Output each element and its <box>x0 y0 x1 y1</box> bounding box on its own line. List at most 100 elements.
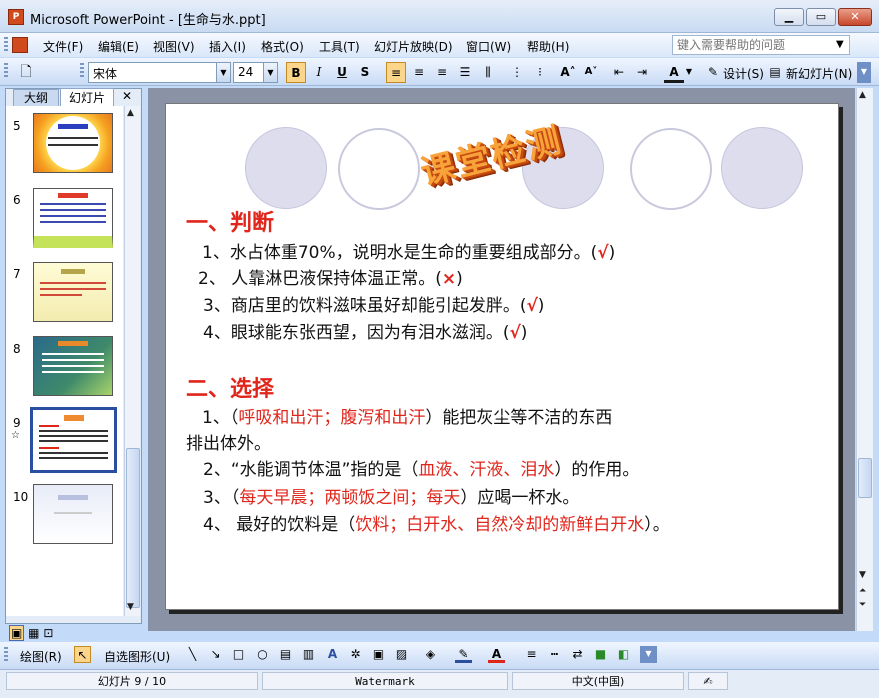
line-icon[interactable]: ╲ <box>184 646 201 663</box>
decrease-font-icon[interactable]: A˅ <box>581 62 601 83</box>
maximize-button[interactable]: ▭ <box>806 8 836 26</box>
scroll-up-icon[interactable]: ▲ <box>859 90 866 100</box>
increase-indent-icon[interactable]: ⇥ <box>632 62 652 83</box>
window-title: Microsoft PowerPoint - [生命与水.ppt] <box>30 13 266 28</box>
font-name-select[interactable]: 宋体 <box>88 62 218 83</box>
close-paren: ) <box>537 296 545 316</box>
toolbar-grip[interactable] <box>4 37 8 53</box>
menu-tools[interactable]: 工具(T) <box>319 38 360 55</box>
powerpoint-window: P Microsoft PowerPoint - [生命与水.ppt] ▁ ▭ … <box>0 0 879 698</box>
slideshow-icon[interactable]: ⊡ <box>43 626 53 640</box>
menu-help[interactable]: 帮助(H) <box>527 38 569 55</box>
new-document-icon[interactable]: 🗋 <box>16 62 36 83</box>
close-icon[interactable]: ✕ <box>122 89 132 103</box>
decrease-indent-icon[interactable]: ⇤ <box>609 62 629 83</box>
minimize-button[interactable]: ▁ <box>774 8 804 26</box>
draw-menu-button[interactable]: 绘图(R) <box>20 648 62 665</box>
font-size-select[interactable]: 24 <box>233 62 265 83</box>
3d-style-icon[interactable]: ◧ <box>615 646 632 663</box>
line-style-icon[interactable]: ≡ <box>523 646 540 663</box>
choice-text: 2、“水能调节体温”指的是（ <box>203 460 419 480</box>
toolbar-options-icon[interactable]: ▼ <box>640 646 657 663</box>
justify-icon[interactable]: ☰ <box>455 62 475 83</box>
oval-icon[interactable]: ○ <box>254 646 271 663</box>
tab-outline[interactable]: 大纲 <box>13 89 59 106</box>
slide-number: 5 <box>13 119 21 133</box>
normal-view-icon[interactable]: ▣ <box>9 625 25 641</box>
dash-style-icon[interactable]: ┅ <box>546 646 563 663</box>
scrollbar-thumb[interactable] <box>126 448 140 608</box>
shadow-button[interactable]: S <box>355 62 375 83</box>
bullets-icon[interactable]: ⁝ <box>530 62 550 83</box>
menu-insert[interactable]: 插入(I) <box>209 38 246 55</box>
fill-color-icon[interactable]: ◈ <box>422 646 439 663</box>
slide-thumbnail[interactable] <box>33 484 113 544</box>
toolbar-options-icon[interactable]: ▼ <box>857 62 871 83</box>
toolbar-grip[interactable] <box>4 647 8 663</box>
help-search-input[interactable] <box>672 35 850 55</box>
close-paren: ) <box>520 323 528 343</box>
menu-edit[interactable]: 编辑(E) <box>98 38 139 55</box>
bold-button[interactable]: B <box>286 62 306 83</box>
tab-slides[interactable]: 幻灯片 <box>60 88 114 107</box>
slide-thumbnail[interactable] <box>33 188 113 248</box>
clipart-icon[interactable]: ▣ <box>370 646 387 663</box>
arrow-icon[interactable]: ↘ <box>207 646 224 663</box>
chevron-down-icon[interactable]: ▼ <box>836 39 844 50</box>
wordart-icon[interactable]: A <box>324 646 341 663</box>
powerpoint-icon[interactable]: P <box>8 9 24 25</box>
scroll-down-icon[interactable]: ▼ <box>127 602 134 612</box>
close-button[interactable]: ✕ <box>838 8 872 26</box>
thumbnail-scrollbar[interactable]: ▲ ▼ <box>124 106 140 616</box>
document-icon[interactable] <box>12 37 28 53</box>
distribute-icon[interactable]: ⫼ <box>478 62 498 83</box>
menu-window[interactable]: 窗口(W) <box>466 38 511 55</box>
align-center-icon[interactable]: ≡ <box>409 62 429 83</box>
new-slide-icon[interactable]: ▤ <box>765 62 785 83</box>
arrow-style-icon[interactable]: ⇄ <box>569 646 586 663</box>
design-button[interactable]: 设计(S) <box>723 65 764 82</box>
next-slide-icon[interactable]: ⏷ <box>859 600 866 610</box>
align-right-icon[interactable]: ≡ <box>432 62 452 83</box>
vertical-textbox-icon[interactable]: ▥ <box>300 646 317 663</box>
slide-scrollbar[interactable]: ▲ ▼ ⏶ ⏷ <box>856 88 873 631</box>
rectangle-icon[interactable]: □ <box>230 646 247 663</box>
previous-slide-icon[interactable]: ⏶ <box>859 586 866 596</box>
font-color-icon[interactable]: A <box>488 646 505 663</box>
shadow-style-icon[interactable]: ■ <box>592 646 609 663</box>
diagram-icon[interactable]: ✲ <box>347 646 364 663</box>
menu-view[interactable]: 视图(V) <box>153 38 195 55</box>
slide-thumbnail[interactable] <box>33 262 113 322</box>
design-icon[interactable]: ✎ <box>703 62 723 83</box>
select-pointer-icon[interactable]: ↖ <box>74 646 91 663</box>
answer-mark: √ <box>597 243 609 263</box>
toolbar-grip[interactable] <box>4 63 8 79</box>
autoshapes-button[interactable]: 自选图形(U) <box>104 648 170 665</box>
menu-file[interactable]: 文件(F) <box>43 38 83 55</box>
section-heading-choice: 二、选择 <box>186 376 275 402</box>
new-slide-button[interactable]: 新幻灯片(N) <box>786 65 852 82</box>
menu-format[interactable]: 格式(O) <box>261 38 304 55</box>
slide-sorter-icon[interactable]: ▦ <box>28 626 39 640</box>
picture-icon[interactable]: ▨ <box>393 646 410 663</box>
toolbar-grip[interactable] <box>80 63 84 79</box>
numbering-icon[interactable]: ⋮ <box>507 62 527 83</box>
spelling-status-icon[interactable]: ✍ <box>688 672 728 690</box>
slide-thumbnail[interactable] <box>33 113 113 173</box>
underline-button[interactable]: U <box>332 62 352 83</box>
slide-thumbnail[interactable] <box>33 336 113 396</box>
chevron-down-icon[interactable]: ▼ <box>263 62 278 83</box>
increase-font-icon[interactable]: A˄ <box>558 62 578 83</box>
italic-button[interactable]: I <box>309 62 329 83</box>
textbox-icon[interactable]: ▤ <box>277 646 294 663</box>
scroll-down-icon[interactable]: ▼ <box>859 570 866 580</box>
align-left-icon[interactable]: ≡ <box>386 62 406 83</box>
menu-slideshow[interactable]: 幻灯片放映(D) <box>374 38 453 55</box>
slide-thumbnail-selected[interactable] <box>30 407 117 473</box>
scrollbar-thumb[interactable] <box>858 458 872 498</box>
scroll-up-icon[interactable]: ▲ <box>127 108 134 118</box>
chevron-down-icon[interactable]: ▼ <box>684 62 694 83</box>
line-color-icon[interactable]: ✎ <box>455 646 472 663</box>
font-color-icon[interactable]: A <box>664 62 684 83</box>
chevron-down-icon[interactable]: ▼ <box>216 62 231 83</box>
